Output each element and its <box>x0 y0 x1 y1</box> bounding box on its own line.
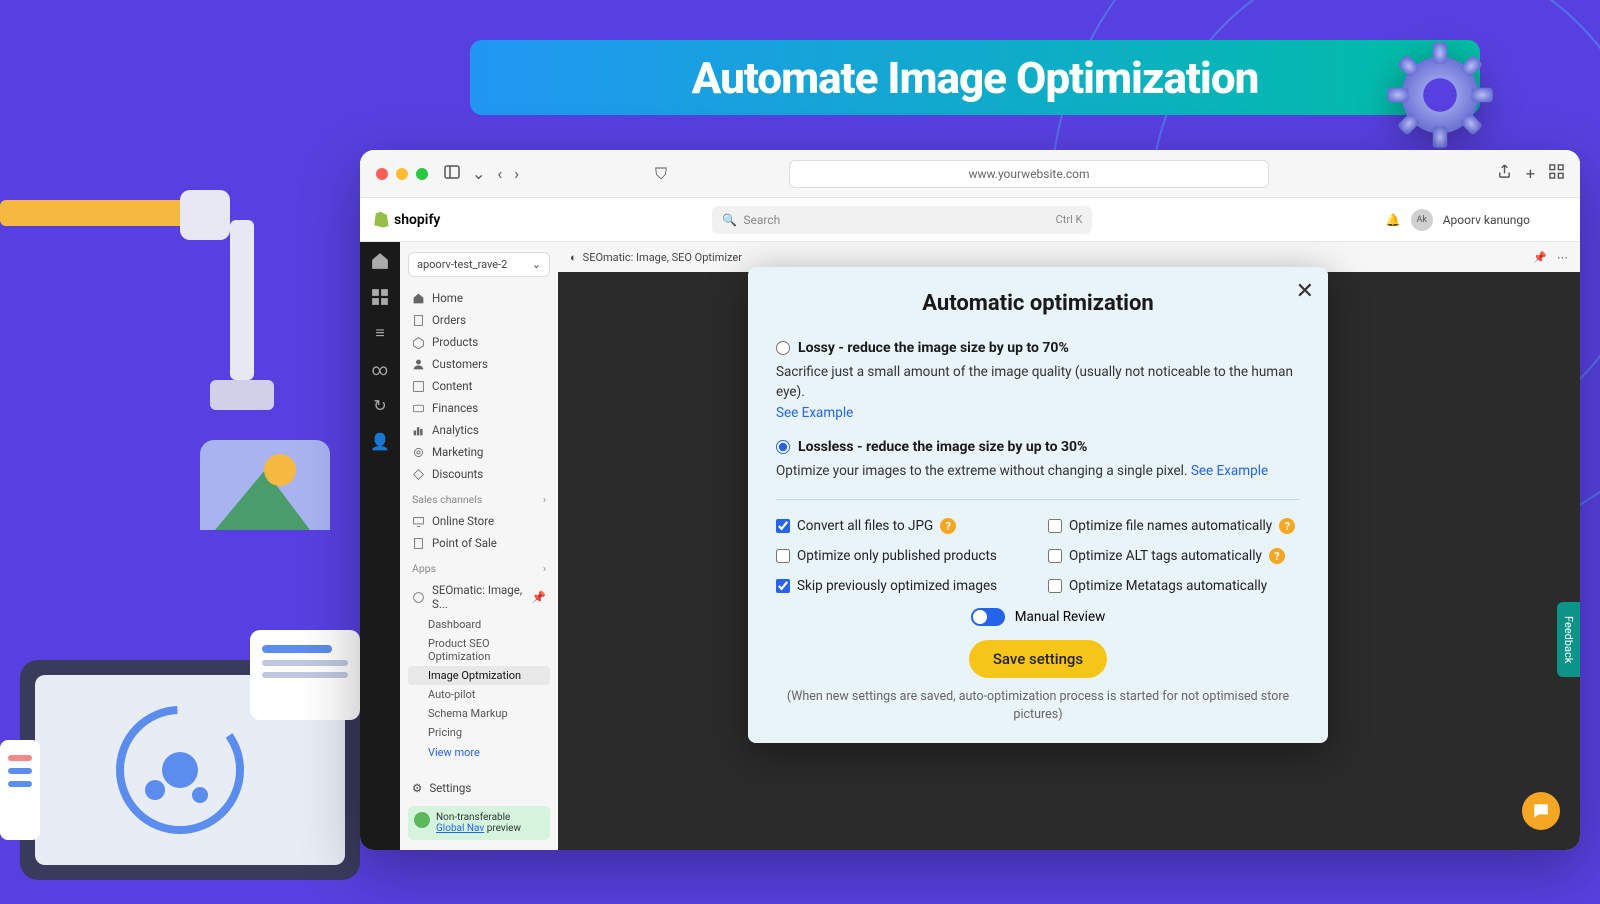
view-more-link[interactable]: View more <box>408 742 550 763</box>
close-icon[interactable]: ✕ <box>1296 279 1314 304</box>
badge-dot-icon <box>414 812 430 828</box>
nav-settings[interactable]: ⚙Settings <box>408 776 550 800</box>
app-icon: ◐ <box>570 251 577 264</box>
sub-dashboard[interactable]: Dashboard <box>408 615 550 634</box>
search-icon: 🔍 <box>722 213 737 227</box>
check-opt-meta[interactable] <box>1048 579 1062 593</box>
save-button[interactable]: Save settings <box>969 640 1107 678</box>
nav-content[interactable]: Content <box>408 375 550 397</box>
pin-icon[interactable]: 📌 <box>532 590 546 604</box>
nav-finances[interactable]: Finances <box>408 397 550 419</box>
nav-pos[interactable]: Point of Sale <box>408 532 550 554</box>
see-example-lossless-link[interactable]: See Example <box>1191 463 1268 479</box>
address-bar[interactable]: www.yourwebsite.com <box>789 160 1269 188</box>
sub-product-seo[interactable]: Product SEO Optimization <box>408 634 550 666</box>
browser-chrome: ⌄ ‹ › ⛉ www.yourwebsite.com + <box>360 150 1580 198</box>
chat-icon[interactable] <box>1522 792 1560 830</box>
lossy-description: Sacrifice just a small amount of the ima… <box>776 362 1300 423</box>
browser-window: ⌄ ‹ › ⛉ www.yourwebsite.com + shopify 🔍 … <box>360 150 1580 850</box>
sub-pricing[interactable]: Pricing <box>408 723 550 742</box>
share-icon[interactable] <box>1497 164 1512 183</box>
manual-review-label: Manual Review <box>1015 609 1106 625</box>
robot-arm-illustration <box>0 130 340 530</box>
lossless-label: Lossless - reduce the image size by up t… <box>798 439 1087 455</box>
feedback-tab[interactable]: Feedback <box>1557 602 1580 677</box>
nav-products[interactable]: Products <box>408 331 550 353</box>
more-icon[interactable]: ⋯ <box>1557 251 1568 264</box>
help-icon[interactable]: ? <box>940 518 956 534</box>
hero-banner: Automate Image Optimization <box>470 40 1480 115</box>
nav-online-store[interactable]: Online Store <box>408 510 550 532</box>
global-nav-link[interactable]: Global Nav <box>436 823 484 834</box>
shield-icon[interactable]: ⛉ <box>655 164 667 184</box>
chevron-right-icon[interactable]: › <box>543 562 546 575</box>
rail-refresh-icon[interactable]: ↻ <box>371 396 389 414</box>
user-name[interactable]: Apoorv kanungo <box>1443 213 1530 227</box>
rail-home-icon[interactable] <box>371 252 389 270</box>
radio-lossless[interactable] <box>776 440 790 454</box>
optimization-modal: ✕ Automatic optimization Lossy - reduce … <box>748 267 1328 743</box>
modal-note: (When new settings are saved, auto-optim… <box>776 688 1300 723</box>
shopify-topbar: shopify 🔍 Search Ctrl K 🔔 Ak Apoorv kanu… <box>360 198 1580 242</box>
bell-icon[interactable]: 🔔 <box>1386 213 1401 227</box>
nav-home[interactable]: Home <box>408 287 550 309</box>
check-opt-alt[interactable] <box>1048 549 1062 563</box>
preview-badge: Non-transferableGlobal Nav preview <box>408 806 550 840</box>
nav-seomatic-app[interactable]: SEOmatic: Image, S...📌 <box>408 579 550 615</box>
avatar[interactable]: Ak <box>1411 209 1433 231</box>
back-icon[interactable]: ‹ <box>497 164 502 183</box>
hero-title: Automate Image Optimization <box>692 52 1259 104</box>
help-icon[interactable]: ? <box>1279 518 1295 534</box>
tabs-icon[interactable] <box>1549 164 1564 183</box>
rail-user-icon[interactable]: 👤 <box>371 432 389 450</box>
main-content: ◐SEOmatic: Image, SEO Optimizer 📌⋯ ✕ Aut… <box>558 242 1580 850</box>
sub-schema[interactable]: Schema Markup <box>408 704 550 723</box>
sub-autopilot[interactable]: Auto-pilot <box>408 685 550 704</box>
see-example-lossy-link[interactable]: See Example <box>776 405 853 421</box>
chevron-right-icon[interactable]: › <box>543 493 546 506</box>
search-input[interactable]: 🔍 Search Ctrl K <box>712 206 1092 234</box>
help-icon[interactable]: ? <box>1269 548 1285 564</box>
rail-lines-icon[interactable]: ≡ <box>371 324 389 342</box>
sidebar: apoorv-test_rave-2⌄ Home Orders Products… <box>400 242 558 850</box>
nav-orders[interactable]: Orders <box>408 309 550 331</box>
sub-image-optimization[interactable]: Image Optmization <box>408 666 550 685</box>
forward-icon[interactable]: › <box>514 164 519 183</box>
nav-analytics[interactable]: Analytics <box>408 419 550 441</box>
pin-icon[interactable]: 📌 <box>1533 251 1547 264</box>
radio-lossy[interactable] <box>776 341 790 355</box>
lossy-label: Lossy - reduce the image size by up to 7… <box>798 340 1069 356</box>
check-opt-filenames[interactable] <box>1048 519 1062 533</box>
traffic-lights[interactable] <box>376 168 428 180</box>
store-selector[interactable]: apoorv-test_rave-2⌄ <box>408 252 550 277</box>
section-apps: Apps› <box>408 554 550 579</box>
nav-marketing[interactable]: Marketing <box>408 441 550 463</box>
chevron-down-icon[interactable]: ⌄ <box>472 164 485 183</box>
gear-icon: ⚙ <box>412 781 422 795</box>
check-skip-optimized[interactable] <box>776 579 790 593</box>
lossless-description: Optimize your images to the extreme with… <box>776 461 1300 481</box>
check-only-published[interactable] <box>776 549 790 563</box>
icon-rail: ≡ ∞ ↻ 👤 <box>360 242 400 850</box>
rail-link-icon[interactable]: ∞ <box>371 360 389 378</box>
check-convert-jpg[interactable] <box>776 519 790 533</box>
modal-title: Automatic optimization <box>776 291 1300 316</box>
manual-review-toggle[interactable] <box>971 608 1005 626</box>
shopify-logo[interactable]: shopify <box>372 211 440 229</box>
chevron-down-icon: ⌄ <box>532 258 541 271</box>
nav-discounts[interactable]: Discounts <box>408 463 550 485</box>
rail-grid-icon[interactable] <box>371 288 389 306</box>
dashboard-illustration <box>0 620 380 900</box>
sidebar-toggle-icon[interactable] <box>444 164 460 184</box>
nav-customers[interactable]: Customers <box>408 353 550 375</box>
new-tab-icon[interactable]: + <box>1526 164 1535 183</box>
gear-decoration <box>1380 35 1500 155</box>
section-sales-channels: Sales channels› <box>408 485 550 510</box>
